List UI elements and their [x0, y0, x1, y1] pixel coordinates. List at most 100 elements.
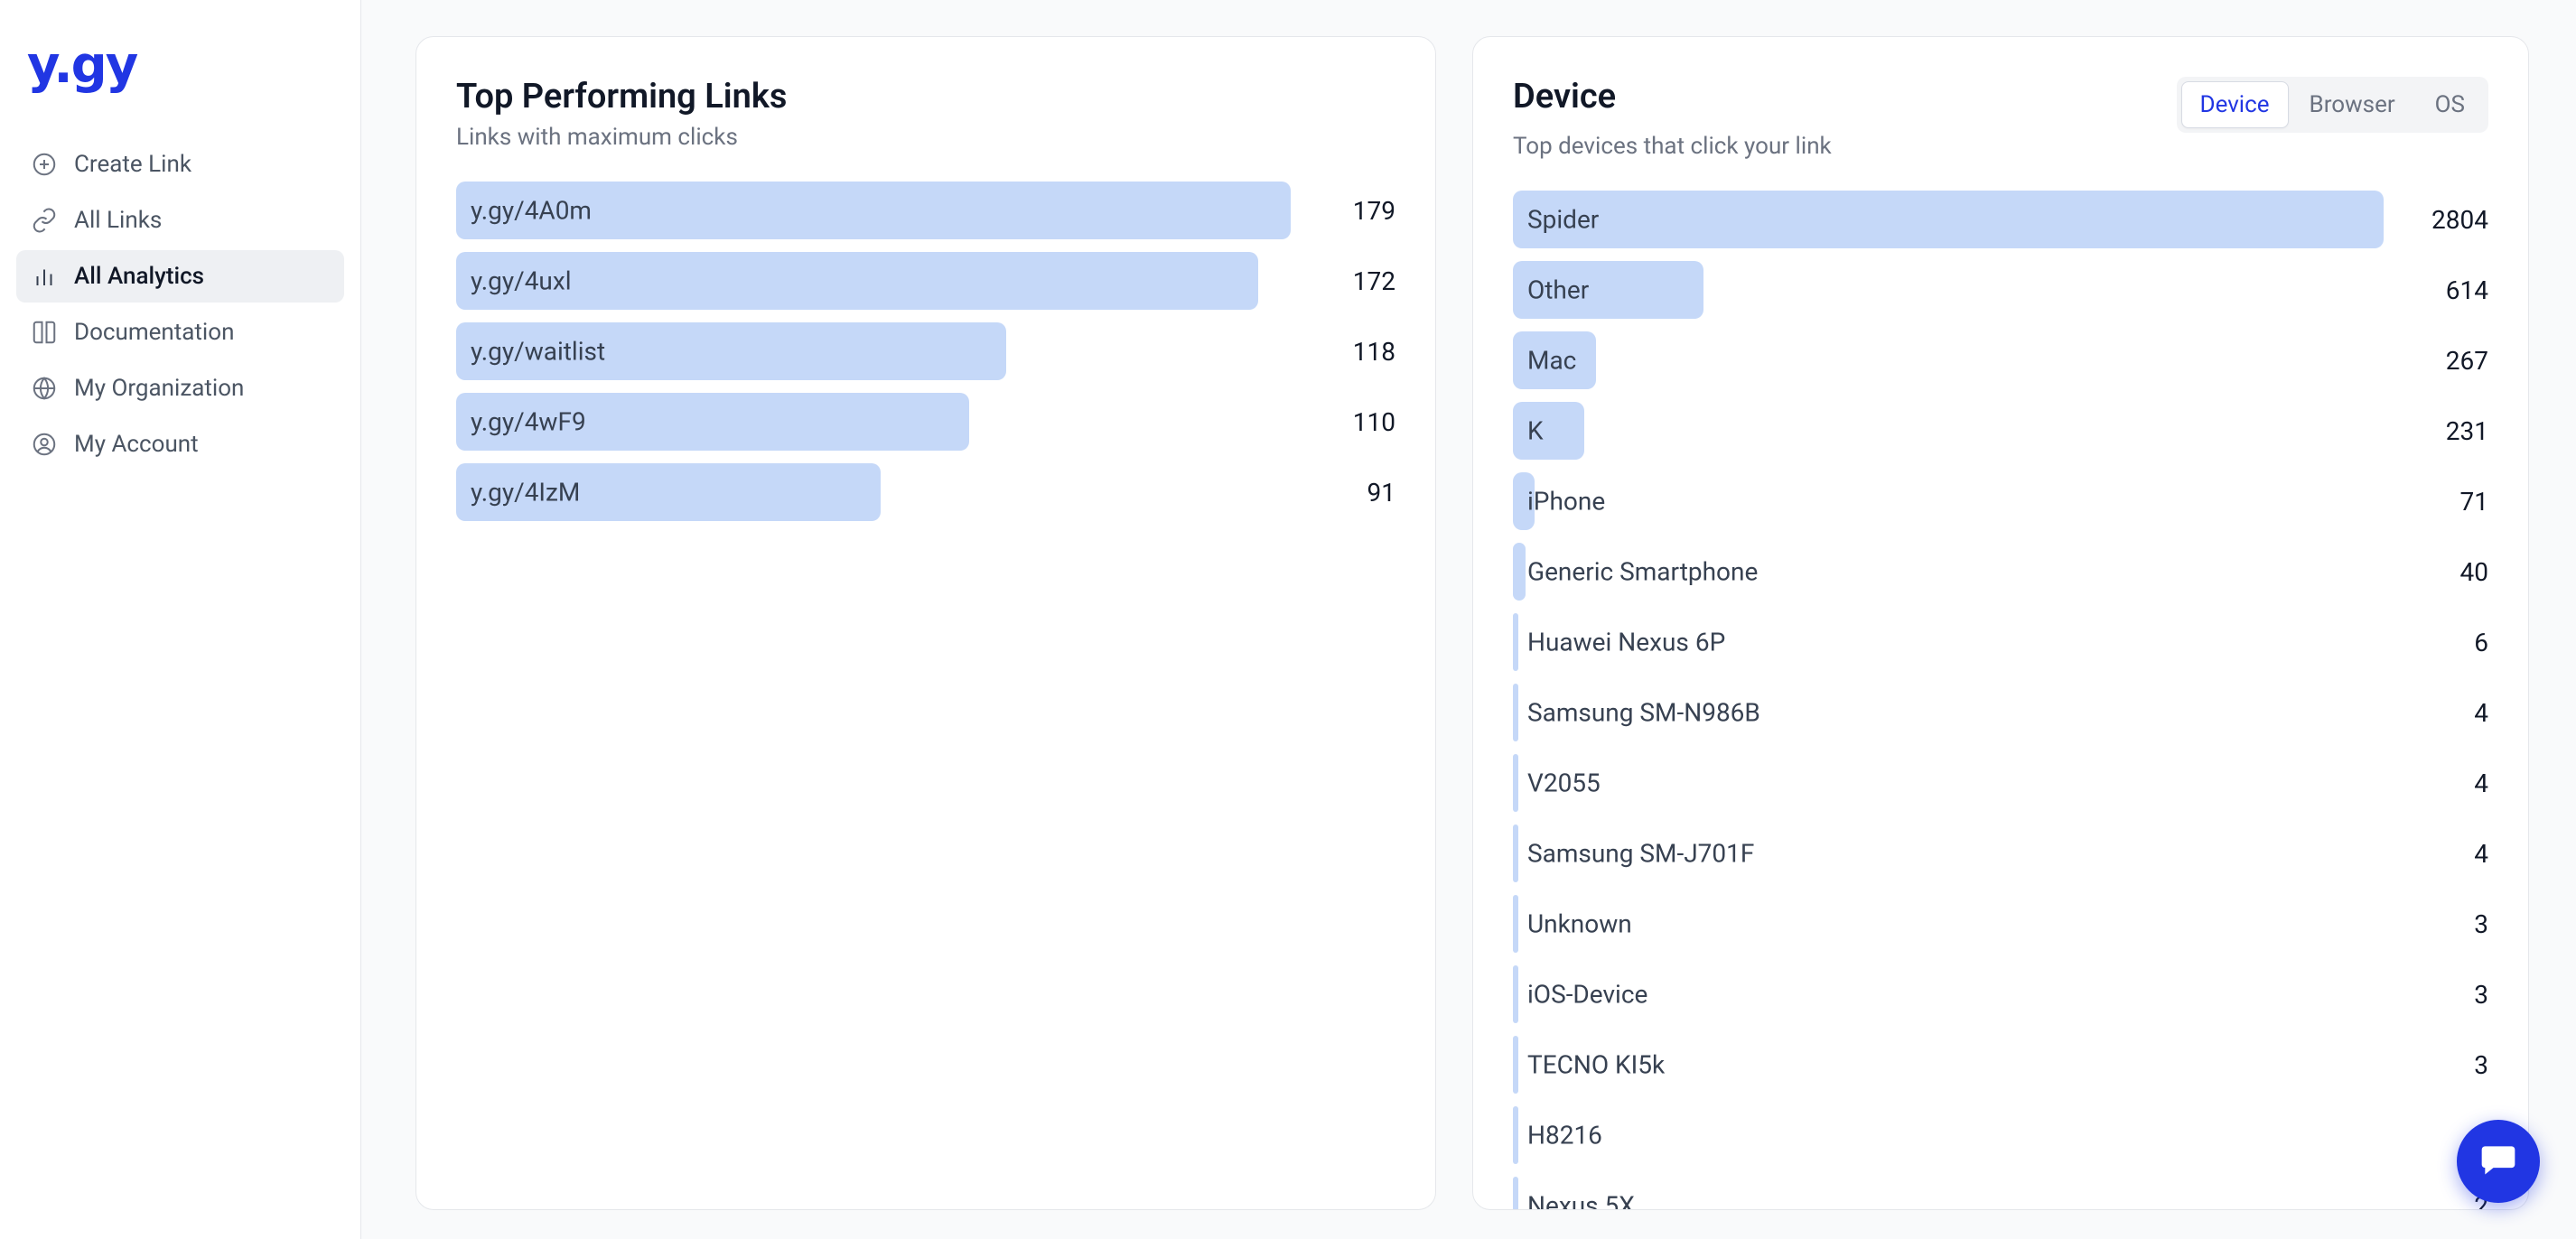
bar-value: 2804 [2398, 205, 2488, 235]
bar-label: iPhone [1527, 487, 1605, 517]
bar-label: Unknown [1527, 909, 1632, 939]
chat-icon [2478, 1140, 2518, 1183]
list-item[interactable]: Mac 267 [1513, 331, 2488, 389]
sidebar: y.gy Create LinkAll LinksAll AnalyticsDo… [0, 0, 361, 1239]
bar-fill [1513, 1036, 1518, 1094]
bar-value: 3 [2398, 909, 2488, 939]
list-item[interactable]: y.gy/4A0m 179 [456, 182, 1395, 239]
chat-button[interactable] [2457, 1120, 2540, 1203]
bar-label: V2055 [1527, 769, 1601, 798]
bar-track: y.gy/4uxl [456, 252, 1291, 310]
list-item[interactable]: y.gy/4IzM 91 [456, 463, 1395, 521]
bar-track: TECNO KI5k [1513, 1036, 2384, 1094]
sidebar-item-all-analytics[interactable]: All Analytics [16, 250, 344, 303]
sidebar-item-create-link[interactable]: Create Link [16, 138, 344, 191]
sidebar-item-label: My Account [74, 431, 199, 458]
list-item[interactable]: H82162 [1513, 1106, 2488, 1164]
sidebar-item-documentation[interactable]: Documentation [16, 306, 344, 359]
user-circle-icon [31, 431, 58, 458]
card-subtitle: Top devices that click your link [1513, 133, 2488, 160]
bar-value: 91 [1305, 478, 1395, 508]
tab-device[interactable]: Device [2181, 81, 2289, 128]
bar-value: 3 [2398, 1050, 2488, 1080]
bar-track: iPhone [1513, 472, 2384, 530]
bar-value: 118 [1305, 337, 1395, 367]
bar-label: TECNO KI5k [1527, 1050, 1665, 1080]
book-icon [31, 319, 58, 346]
sidebar-item-all-links[interactable]: All Links [16, 194, 344, 247]
bar-track: Generic Smartphone [1513, 543, 2384, 601]
bar-value: 231 [2398, 416, 2488, 446]
bar-track: iOS-Device [1513, 965, 2384, 1023]
sidebar-nav: Create LinkAll Links All Analytics Documen… [16, 138, 344, 470]
list-item[interactable]: iOS-Device 3 [1513, 965, 2488, 1023]
sidebar-item-my-organization[interactable]: My Organization [16, 362, 344, 415]
bar-track: y.gy/waitlist [456, 322, 1291, 380]
bar-label: Samsung SM-J701F [1527, 839, 1754, 869]
sidebar-item-label: All Analytics [74, 263, 204, 290]
list-item[interactable]: K 231 [1513, 402, 2488, 460]
bar-track: K [1513, 402, 2384, 460]
bar-fill [1513, 613, 1518, 671]
bar-value: 110 [1305, 407, 1395, 437]
list-item[interactable]: TECNO KI5k 3 [1513, 1036, 2488, 1094]
bar-value: 614 [2398, 275, 2488, 305]
bar-value: 179 [1305, 196, 1395, 226]
list-item[interactable]: Unknown 3 [1513, 895, 2488, 953]
list-item[interactable]: iPhone71 [1513, 472, 2488, 530]
bar-label: y.gy/4IzM [471, 478, 580, 508]
list-item[interactable]: y.gy/4uxl172 [456, 252, 1395, 310]
card-title: Device [1513, 77, 1616, 116]
bar-track: Samsung SM-N986B [1513, 684, 2384, 741]
main-content: Top Performing Links Links with maximum … [361, 0, 2576, 1239]
bar-value: 4 [2398, 839, 2488, 869]
device-card: Device Device Browser OS Top devices tha… [1472, 36, 2529, 1210]
bar-label: Generic Smartphone [1527, 557, 1758, 587]
bar-track: Nexus 5X [1513, 1177, 2384, 1210]
list-item[interactable]: Generic Smartphone 40 [1513, 543, 2488, 601]
card-title: Top Performing Links [456, 77, 1395, 116]
list-item[interactable]: Samsung SM-J701F 4 [1513, 824, 2488, 882]
bar-fill [1513, 754, 1518, 812]
bar-track: H8216 [1513, 1106, 2384, 1164]
bar-fill [1513, 543, 1526, 601]
list-item[interactable]: Samsung SM-N986B4 [1513, 684, 2488, 741]
bar-label: K [1527, 416, 1544, 446]
card-subtitle: Links with maximum clicks [456, 124, 1395, 151]
bar-value: 3 [2398, 980, 2488, 1010]
list-item[interactable]: Nexus 5X2 [1513, 1177, 2488, 1210]
sidebar-item-label: Documentation [74, 319, 234, 346]
bar-label: Mac [1527, 346, 1576, 376]
bar-fill [1513, 1106, 1518, 1164]
sidebar-item-my-account[interactable]: My Account [16, 418, 344, 470]
list-item[interactable]: y.gy/waitlist 118 [456, 322, 1395, 380]
bar-track: y.gy/4IzM [456, 463, 1291, 521]
list-item[interactable]: Huawei Nexus 6P6 [1513, 613, 2488, 671]
bar-label: Nexus 5X [1527, 1191, 1635, 1211]
bar-fill [1513, 895, 1518, 953]
globe-icon [31, 375, 58, 402]
device-tabs: Device Browser OS [2177, 77, 2488, 133]
list-item[interactable]: Spider2804 [1513, 191, 2488, 248]
bar-label: Huawei Nexus 6P [1527, 628, 1725, 657]
bar-label: y.gy/waitlist [471, 337, 605, 367]
bar-fill [456, 252, 1258, 310]
bar-track: Mac [1513, 331, 2384, 389]
bar-label: iOS-Device [1527, 980, 1647, 1010]
tab-os[interactable]: OS [2416, 81, 2484, 128]
bar-fill [1513, 684, 1518, 741]
list-item[interactable]: Other614 [1513, 261, 2488, 319]
bar-fill [1513, 824, 1518, 882]
bar-fill [1513, 402, 1584, 460]
bar-track: y.gy/4A0m [456, 182, 1291, 239]
bar-value: 267 [2398, 346, 2488, 376]
list-item[interactable]: V20554 [1513, 754, 2488, 812]
bar-value: 40 [2398, 557, 2488, 587]
bar-label: Samsung SM-N986B [1527, 698, 1760, 728]
bar-fill [1513, 965, 1518, 1023]
bar-label: y.gy/4wF9 [471, 407, 586, 437]
tab-browser[interactable]: Browser [2291, 81, 2414, 128]
bar-fill [1513, 1177, 1518, 1210]
bar-fill [1513, 191, 2384, 248]
list-item[interactable]: y.gy/4wF9 110 [456, 393, 1395, 451]
